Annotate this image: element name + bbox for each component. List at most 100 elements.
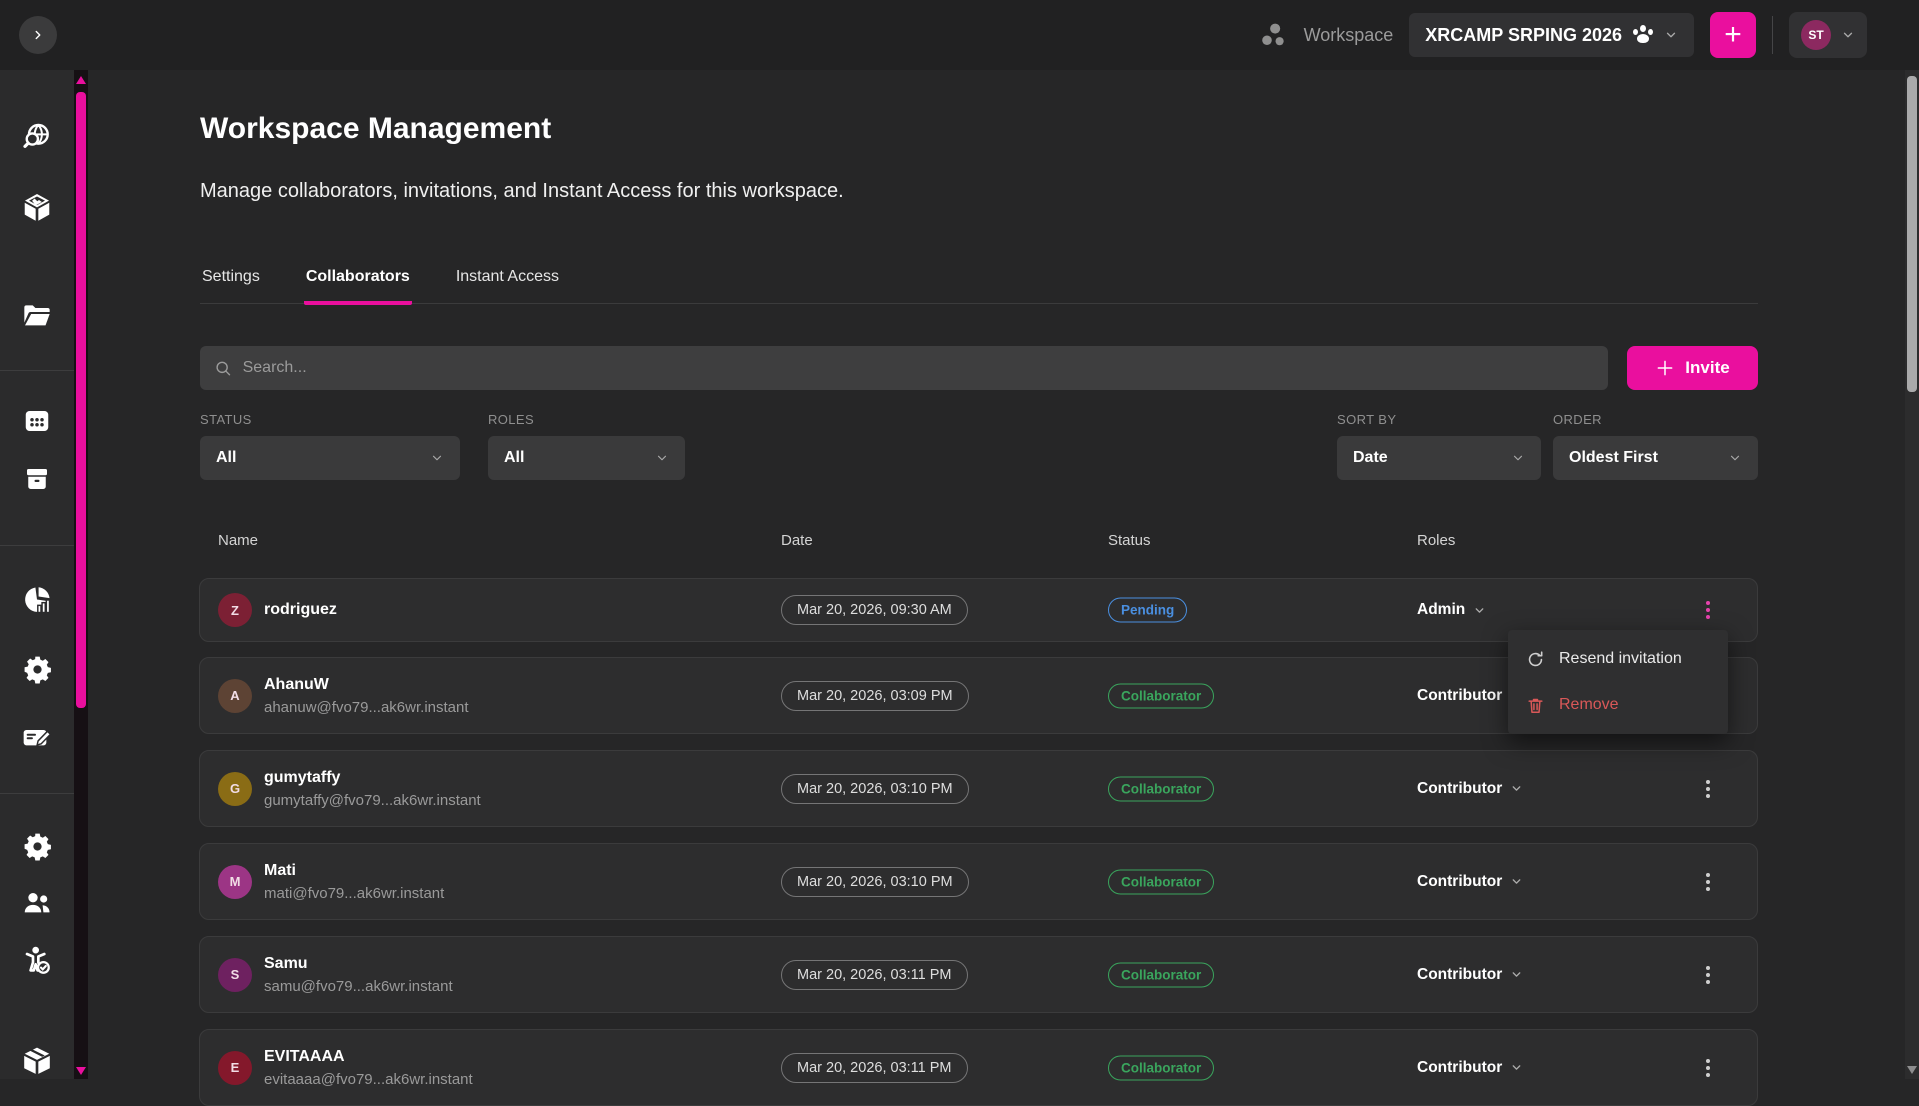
collaborator-email: samu@fvo79...ak6wr.instant [264,978,453,995]
sidebar-item-members[interactable] [20,886,54,920]
name-block: AhanuW ahanuw@fvo79...ak6wr.instant [264,676,469,716]
workspace-label: Workspace [1304,25,1394,46]
date-pill: Mar 20, 2026, 03:10 PM [781,774,969,804]
sidebar-item-licenses[interactable] [20,721,54,755]
column-header-status: Status [1108,532,1151,549]
date-pill: Mar 20, 2026, 03:11 PM [781,960,968,990]
order-dropdown[interactable]: Oldest First [1553,436,1758,480]
sidebar-item-moderation[interactable] [20,943,54,977]
sidebar-expand-button[interactable] [19,16,57,54]
search-icon [214,359,233,378]
role-dropdown[interactable]: Contributor [1417,1059,1523,1077]
plus-icon [1655,358,1675,378]
roles-filter-dropdown[interactable]: All [488,436,685,480]
paw-emoji-icon [1632,25,1654,45]
name-block: Samu samu@fvo79...ak6wr.instant [264,955,453,995]
search-bar[interactable] [200,346,1608,390]
chevron-down-icon [430,451,444,465]
sidebar-item-packages[interactable] [20,1044,54,1078]
status-filter-dropdown[interactable]: All [200,436,460,480]
tab-settings[interactable]: Settings [200,262,262,305]
avatar: S [218,958,252,992]
kebab-menu-button[interactable] [1694,868,1722,896]
sidebar-item-settings[interactable] [20,652,54,686]
name-block: Mati mati@fvo79...ak6wr.instant [264,862,444,902]
globe-search-icon [21,121,53,153]
archive-box-icon [22,464,52,494]
collaborator-row: G gumytaffy gumytaffy@fvo79...ak6wr.inst… [199,750,1758,827]
status-badge: Collaborator [1108,869,1214,894]
page-scrollbar-thumb[interactable] [1907,76,1917,392]
sort-by-dropdown[interactable]: Date [1337,436,1541,480]
filter-label-roles: ROLES [488,412,534,427]
role-label: Contributor [1417,966,1502,984]
sidebar-item-discover[interactable] [20,120,54,154]
role-dropdown[interactable]: Contributor [1417,780,1523,798]
tab-bar: Settings Collaborators Instant Access [200,262,1758,304]
tab-instant-access[interactable]: Instant Access [454,262,561,305]
collaborator-row: S Samu samu@fvo79...ak6wr.instant Mar 20… [199,936,1758,1013]
column-header-roles: Roles [1417,532,1455,549]
page-scrollbar[interactable] [1905,70,1919,1079]
avatar: E [218,1051,252,1085]
workspace-selector-dropdown[interactable]: XRCAMP SRPING 2026 [1409,13,1694,57]
kebab-menu-button[interactable] [1694,1054,1722,1082]
user-avatar: ST [1801,20,1831,50]
workspace-logo-icon [1260,21,1288,49]
kebab-menu-button[interactable] [1694,961,1722,989]
sidebar-scrollbar-thumb[interactable] [76,92,86,708]
role-label: Admin [1417,601,1465,619]
role-dropdown[interactable]: Contributor [1417,966,1523,984]
role-dropdown[interactable]: Admin [1417,601,1486,619]
user-menu[interactable]: ST [1789,12,1867,58]
folder-open-icon [21,300,53,332]
sidebar-divider [0,793,74,794]
date-value: Mar 20, 2026, 03:09 PM [797,688,953,704]
chevron-right-icon [31,28,45,42]
sidebar-divider [0,370,74,371]
workspace-name: XRCAMP SRPING 2026 [1425,25,1622,46]
kebab-menu-button[interactable] [1694,775,1722,803]
kebab-menu-button[interactable] [1694,596,1722,624]
collaborator-row: M Mati mati@fvo79...ak6wr.instant Mar 20… [199,843,1758,920]
status-badge: Collaborator [1108,776,1214,801]
sidebar-item-assets[interactable] [20,191,54,225]
order-value: Oldest First [1569,449,1658,467]
date-pill: Mar 20, 2026, 03:09 PM [781,681,969,711]
trash-icon [1526,696,1545,715]
sidebar-item-archive[interactable] [20,462,54,496]
invite-button[interactable]: Invite [1627,346,1758,390]
sidebar-divider [0,545,74,546]
sidebar-item-projects[interactable] [20,299,54,333]
date-pill: Mar 20, 2026, 03:10 PM [781,867,969,897]
scroll-up-arrow-icon[interactable] [76,76,86,84]
column-header-name: Name [218,532,258,549]
remove-menu-item[interactable]: Remove [1508,682,1728,728]
sidebar-item-workspace-settings[interactable] [20,829,54,863]
status-filter-value: All [216,449,236,467]
search-input[interactable] [243,359,1594,377]
scroll-down-arrow-icon[interactable] [76,1067,86,1075]
collaborator-email: ahanuw@fvo79...ak6wr.instant [264,699,469,716]
status-badge: Collaborator [1108,1055,1214,1080]
scroll-down-arrow-icon[interactable] [1907,1066,1917,1074]
collaborator-name: rodriguez [264,601,337,619]
status-badge: Pending [1108,598,1187,623]
name-block: EVITAAAA evitaaaa@fvo79...ak6wr.instant [264,1048,473,1088]
add-workspace-button[interactable]: + [1710,12,1756,58]
chevron-down-icon [1510,875,1523,888]
tab-collaborators[interactable]: Collaborators [304,262,412,305]
date-value: Mar 20, 2026, 09:30 AM [797,602,952,618]
filter-label-sort-by: SORT BY [1337,412,1396,427]
role-dropdown[interactable]: Contributor [1417,873,1523,891]
sidebar-item-analytics[interactable] [20,583,54,617]
collaborator-name: EVITAAAA [264,1048,473,1066]
sidebar-scrollbar[interactable] [74,70,88,1079]
gear-icon [22,831,53,862]
sidebar-item-apps[interactable] [20,404,54,438]
chevron-down-icon [1511,451,1525,465]
resend-invitation-menu-item[interactable]: Resend invitation [1508,636,1728,682]
date-value: Mar 20, 2026, 03:10 PM [797,874,953,890]
chevron-down-icon [1664,28,1678,42]
date-value: Mar 20, 2026, 03:10 PM [797,781,953,797]
